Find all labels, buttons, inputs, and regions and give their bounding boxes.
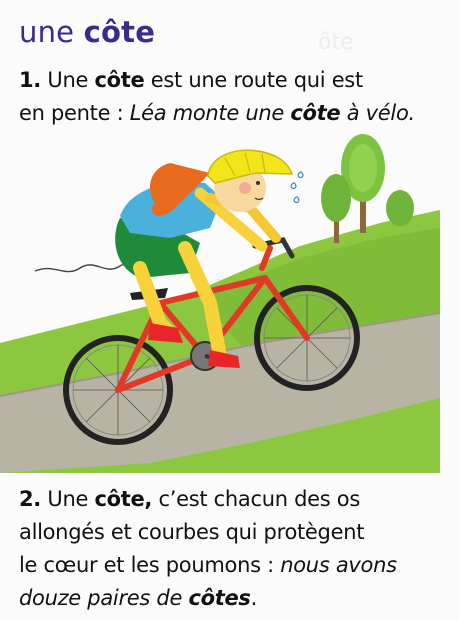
entry-headword: côte xyxy=(83,15,156,49)
bicycle-illustration xyxy=(0,134,441,473)
definition-2: 2. Une côte, c’est chacun des os allongé… xyxy=(19,483,449,615)
sweat-drop xyxy=(290,182,297,190)
example-keyword: côtes xyxy=(188,586,251,610)
definition-text: allongés et courbes qui protègent xyxy=(19,520,365,544)
example-keyword: côte xyxy=(290,101,341,125)
example-text: à vélo. xyxy=(340,101,415,125)
definition-text: Une xyxy=(41,68,95,92)
example-text: douze paires de xyxy=(19,586,189,610)
definition-text: est une route qui est xyxy=(144,68,363,92)
example-text: Léa monte une xyxy=(129,101,291,125)
sweat-drop xyxy=(293,196,300,204)
entry-article: une xyxy=(19,15,75,49)
entry-title: une côte xyxy=(19,18,155,47)
definition-keyword: côte xyxy=(94,68,145,92)
definition-number: 2. xyxy=(19,487,41,511)
example-text: nous avons xyxy=(280,553,397,577)
definition-text: le cœur et les poumons : xyxy=(19,553,281,577)
definition-text: Une xyxy=(41,487,95,511)
definition-keyword: côte, xyxy=(94,487,153,511)
definition-1: 1. Une côte est une route qui est en pen… xyxy=(19,64,449,130)
tree-icon xyxy=(386,190,414,226)
definition-text: en pente : xyxy=(19,101,130,125)
background-watermark: ôte xyxy=(318,30,354,55)
example-end: . xyxy=(250,586,258,610)
sweat-drop xyxy=(297,171,304,179)
definition-number: 1. xyxy=(19,68,41,92)
definition-text: c’est chacun des os xyxy=(152,487,360,511)
